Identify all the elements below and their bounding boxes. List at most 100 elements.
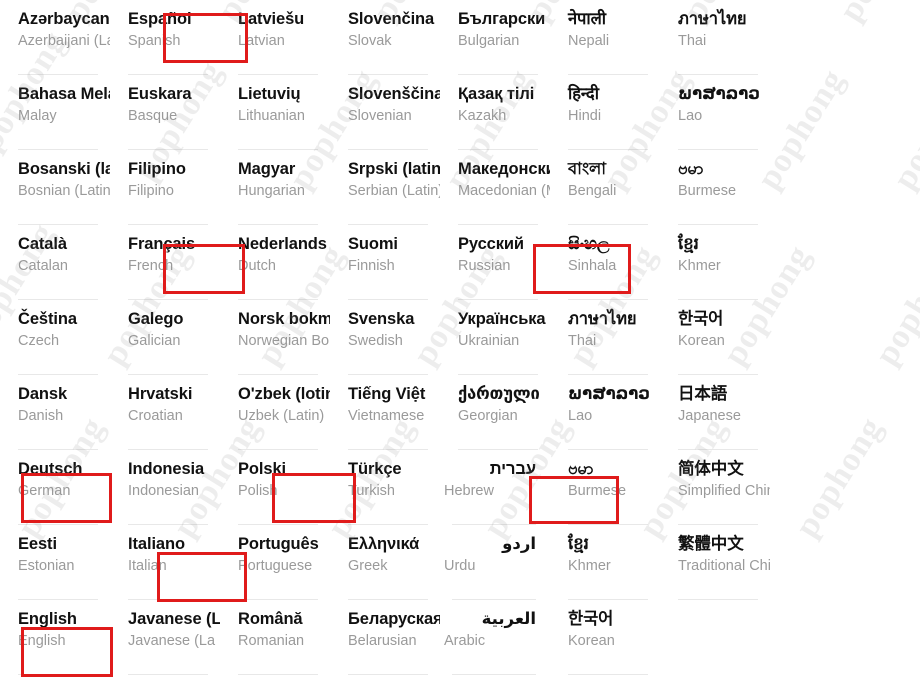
language-cell-hindi[interactable]: हिन्दी Hindi [550,75,660,150]
language-cell-turkish[interactable]: Türkçe Turkish [330,450,440,525]
language-cell-german[interactable]: Deutsch German [0,450,110,525]
language-cell-lithuanian[interactable]: Lietuvių Lithuanian [220,75,330,150]
language-native-name: Français [128,235,196,253]
language-cell-georgian[interactable]: ქართული Georgian [440,375,550,450]
language-cell-polish[interactable]: Polski Polish [220,450,330,525]
language-cell-greek[interactable]: Ελληνικά Greek [330,525,440,600]
language-cell-latvian[interactable]: Latviešu Latvian [220,0,330,75]
language-cell-korean-1[interactable]: 한국어 Korean [660,300,770,375]
language-english-name: Vietnamese [348,408,425,424]
language-cell-burmese-2[interactable]: ဗမာ Burmese [550,450,660,525]
language-cell-hebrew[interactable]: עברית Hebrew [440,450,550,525]
language-english-name: Uzbek (Latin) [238,408,325,424]
language-cell-khmer-2[interactable]: ខ្មែរ Khmer [550,525,660,600]
language-cell-bulgarian[interactable]: Български Bulgarian [440,0,550,75]
language-native-name: Deutsch [18,460,83,478]
language-english-name: Hindi [568,108,602,124]
language-english-name: Polish [238,483,278,499]
language-cell-japanese[interactable]: 日本語 Japanese [660,375,770,450]
language-cell-javanese[interactable]: Javanese (L Javanese (La [110,600,220,675]
language-english-name: Georgian [458,408,518,424]
cell-divider [568,674,648,675]
language-cell-russian[interactable]: Русский Russian [440,225,550,300]
language-cell-malay[interactable]: Bahasa Melayu Malay [0,75,110,150]
language-cell-vietnamese[interactable]: Tiếng Việt Vietnamese [330,375,440,450]
language-cell-dutch[interactable]: Nederlands Dutch [220,225,330,300]
language-cell-korean-2[interactable]: 한국어 Korean [550,600,660,675]
language-native-name: ภาษาไทย [678,10,747,28]
language-native-name: O'zbek (lotin) [238,385,330,403]
language-native-name: 日本語 [678,385,728,403]
language-native-name: Hrvatski [128,385,193,403]
language-english-name: Sinhala [568,258,617,274]
language-cell-nepali[interactable]: नेपाली Nepali [550,0,660,75]
language-cell-urdu[interactable]: اردو Urdu [440,525,550,600]
language-cell-czech[interactable]: Čeština Czech [0,300,110,375]
language-cell-macedonian[interactable]: Македонски Macedonian (Maced [440,150,550,225]
language-cell-romanian[interactable]: Română Romanian [220,600,330,675]
language-cell-bosnian[interactable]: Bosanski (latini Bosnian (Latin) [0,150,110,225]
language-cell-sinhala[interactable]: සිංහල Sinhala [550,225,660,300]
language-native-name: Srpski (latinica) [348,160,440,178]
language-cell-khmer-1[interactable]: ខ្មែរ Khmer [660,225,770,300]
language-native-name: Bahasa Melayu [18,85,110,103]
cell-divider [452,674,536,675]
language-cell-slovak[interactable]: Slovenčina Slovak [330,0,440,75]
language-english-name: Catalan [18,258,68,274]
language-native-name: Latviešu [238,10,305,28]
language-cell-ukrainian[interactable]: Українська Ukrainian [440,300,550,375]
language-cell-slovenian[interactable]: Slovenščina Slovenian [330,75,440,150]
language-cell-danish[interactable]: Dansk Danish [0,375,110,450]
language-cell-croatian[interactable]: Hrvatski Croatian [110,375,220,450]
language-cell-indonesian[interactable]: Indonesia Indonesian [110,450,220,525]
language-cell-catalan[interactable]: Català Catalan [0,225,110,300]
language-cell-french[interactable]: Français French [110,225,220,300]
language-native-name: Română [238,610,303,628]
language-english-name: Hebrew [444,483,494,499]
language-native-name: සිංහල [568,235,610,253]
language-cell-uzbek[interactable]: O'zbek (lotin) Uzbek (Latin) [220,375,330,450]
language-cell-kazakh[interactable]: Қазақ тілі Kazakh [440,75,550,150]
language-english-name: Croatian [128,408,183,424]
language-cell-lao-1[interactable]: ພາສາລາວ Lao [660,75,770,150]
language-cell-thai-1[interactable]: ภาษาไทย Thai [660,0,770,75]
language-cell-basque[interactable]: Euskara Basque [110,75,220,150]
language-cell-italian[interactable]: Italiano Italian [110,525,220,600]
language-english-name: Urdu [444,558,476,574]
language-cell-simplified-chinese[interactable]: 简体中文 Simplified Chine [660,450,770,525]
language-cell-bengali[interactable]: বাংলা Bengali [550,150,660,225]
language-cell-serbian-latin[interactable]: Srpski (latinica) Serbian (Latin) [330,150,440,225]
language-native-name: বাংলা [568,160,606,178]
language-english-name: Dutch [238,258,276,274]
language-native-name: Dansk [18,385,68,403]
language-cell-belarusian[interactable]: Беларуская Belarusian [330,600,440,675]
language-english-name: Korean [568,633,615,649]
language-cell-burmese-1[interactable]: ဗမာ Burmese [660,150,770,225]
language-english-name: Latvian [238,33,285,49]
language-english-name: Azerbaijani (Latin) [18,33,110,49]
language-cell-spanish[interactable]: Español Spanish [110,0,220,75]
language-cell-arabic[interactable]: العربية Arabic [440,600,550,675]
language-native-name: Українська [458,310,546,328]
language-native-name: ဗမာ [678,160,704,178]
language-english-name: Burmese [678,183,737,199]
language-cell-finnish[interactable]: Suomi Finnish [330,225,440,300]
language-cell-lao-2[interactable]: ພາສາລາວ Lao [550,375,660,450]
language-cell-thai-2[interactable]: ภาษาไทย Thai [550,300,660,375]
language-english-name: Traditional Chin [678,558,770,574]
language-cell-filipino[interactable]: Filipino Filipino [110,150,220,225]
language-cell-english[interactable]: English English [0,600,110,675]
language-cell-hungarian[interactable]: Magyar Hungarian [220,150,330,225]
language-cell-traditional-chinese[interactable]: 繁體中文 Traditional Chin [660,525,770,600]
language-cell-portuguese[interactable]: Português Portuguese [220,525,330,600]
language-cell-estonian[interactable]: Eesti Estonian [0,525,110,600]
language-cell-empty-1 [770,0,880,75]
language-cell-azerbaijani[interactable]: Azərbaycan (lat Azerbaijani (Latin) [0,0,110,75]
language-cell-norwegian[interactable]: Norsk bokmål Norwegian Bokr [220,300,330,375]
language-english-name: German [18,483,71,499]
language-native-name: Español [128,10,192,28]
language-english-name: Indonesian [128,483,199,499]
language-native-name: Български [458,10,546,28]
language-cell-swedish[interactable]: Svenska Swedish [330,300,440,375]
language-cell-galician[interactable]: Galego Galician [110,300,220,375]
